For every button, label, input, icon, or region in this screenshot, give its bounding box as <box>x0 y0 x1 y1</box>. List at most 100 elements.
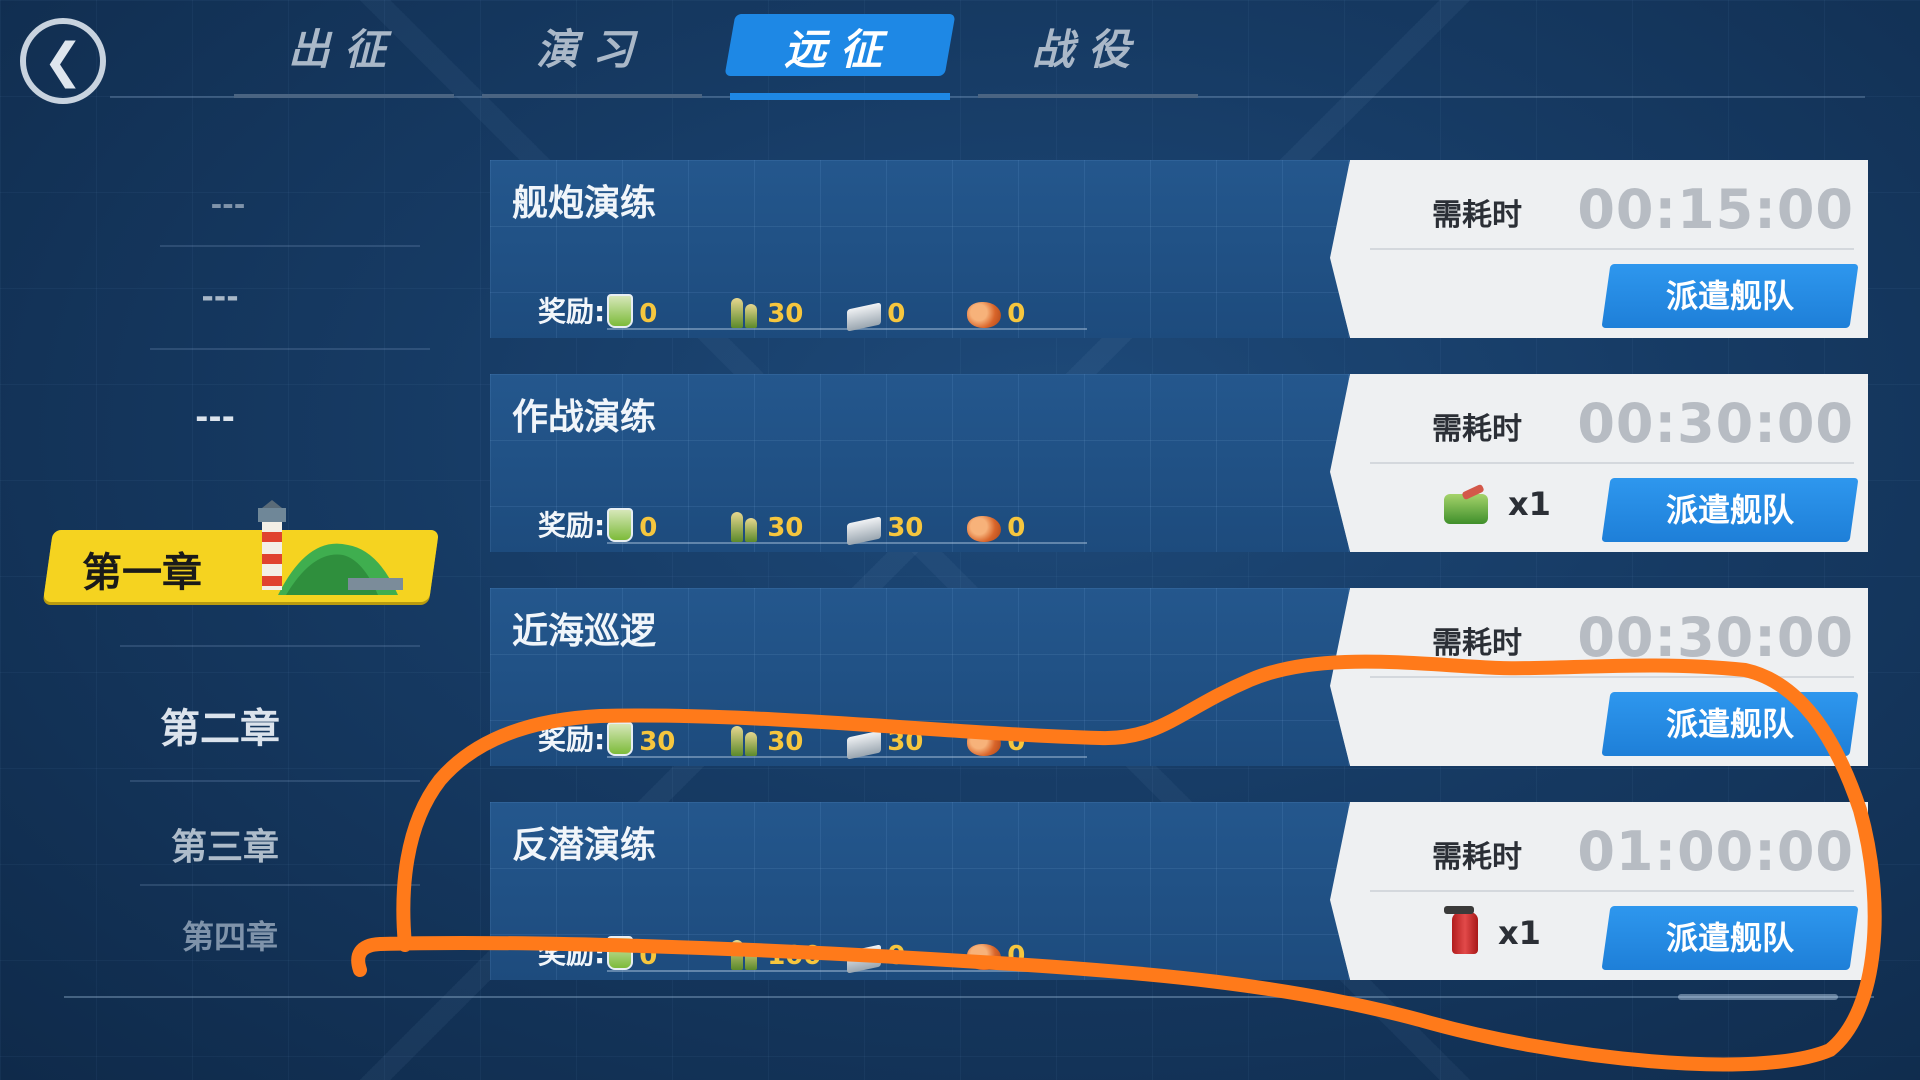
steel-icon <box>847 944 882 974</box>
rewards-label: 奖励: <box>538 509 606 542</box>
mission-info-panel: 需耗时 00:15:00 派遣舰队 <box>1350 160 1868 338</box>
reward-fuel: 0 <box>639 299 658 329</box>
mission-info-panel: 需耗时 00:30:00 派遣舰队 <box>1350 588 1868 766</box>
reward-bauxite: 0 <box>1007 727 1026 757</box>
tab-label: 远征 <box>783 25 896 74</box>
mission-info-panel: 需耗时 00:30:00 x1 派遣舰队 <box>1350 374 1868 552</box>
dispatch-label: 派遣舰队 <box>1665 277 1794 315</box>
reward-fuel: 0 <box>639 513 658 543</box>
tab-campaign[interactable]: 战役 <box>978 14 1198 98</box>
dispatch-fleet-button[interactable]: 派遣舰队 <box>1601 906 1859 970</box>
steel-icon <box>847 302 882 332</box>
tab-expedition[interactable]: 远征 <box>724 14 956 100</box>
chapter-item-2[interactable]: 第二章 <box>140 696 300 754</box>
reward-ammo: 100 <box>767 941 822 971</box>
reward-ammo: 30 <box>767 727 804 757</box>
tab-label: 演习 <box>535 25 648 74</box>
mission-name: 近海巡逻 <box>512 611 657 652</box>
rewards-label: 奖励: <box>538 723 606 756</box>
tab-underline <box>978 94 1198 98</box>
info-separator <box>1370 676 1854 678</box>
mission-name: 舰炮演练 <box>512 183 657 224</box>
rewards-row: 奖励: 0 30 30 0 <box>538 504 1088 546</box>
fire-extinguisher-icon <box>1444 906 1478 954</box>
required-item: x1 <box>1444 906 1541 954</box>
chapter-divider <box>130 780 420 782</box>
fuel-icon <box>607 722 634 756</box>
required-qty: x1 <box>1508 485 1551 523</box>
chapter-item-locked-3: --- <box>195 398 235 436</box>
tab-underline <box>234 94 454 98</box>
expedition-row: 舰炮演练 奖励: 0 30 0 0 需耗时 00:15:00 派遣舰队 <box>490 160 1868 338</box>
info-separator <box>1370 248 1854 250</box>
time-label: 需耗时 <box>1432 840 1522 875</box>
bauxite-icon <box>967 302 1002 328</box>
required-item: x1 <box>1444 484 1551 524</box>
dispatch-fleet-button[interactable]: 派遣舰队 <box>1601 692 1859 756</box>
mission-info-panel: 需耗时 01:00:00 x1 派遣舰队 <box>1350 802 1868 980</box>
time-label: 需耗时 <box>1432 412 1522 447</box>
time-label: 需耗时 <box>1432 626 1522 661</box>
dispatch-fleet-button[interactable]: 派遣舰队 <box>1601 264 1859 328</box>
ammo-icon <box>727 508 761 542</box>
reward-fuel: 30 <box>639 727 676 757</box>
reward-fuel: 0 <box>639 941 658 971</box>
scrollbar-thumb[interactable] <box>1678 994 1838 1000</box>
expedition-row: 作战演练 奖励: 0 30 30 0 需耗时 00:30:00 x1 派遣舰队 <box>490 374 1868 552</box>
time-label: 需耗时 <box>1432 198 1522 233</box>
chapter-item-locked-1: --- <box>210 188 246 221</box>
back-button[interactable]: ❮ <box>20 18 106 104</box>
chevron-left-icon: ❮ <box>42 33 84 89</box>
tab-exercise[interactable]: 演习 <box>482 14 702 98</box>
reward-steel: 0 <box>887 299 906 329</box>
reward-bauxite: 0 <box>1007 941 1026 971</box>
reward-steel: 0 <box>887 941 906 971</box>
tab-underline <box>730 93 950 100</box>
dispatch-label: 派遣舰队 <box>1665 705 1794 743</box>
steel-icon <box>847 730 882 760</box>
required-qty: x1 <box>1498 914 1541 952</box>
expedition-row: 近海巡逻 奖励: 30 30 30 0 需耗时 00:30:00 派遣舰队 <box>490 588 1868 766</box>
rewards-label: 奖励: <box>538 295 606 328</box>
duration: 00:30:00 <box>1577 606 1854 669</box>
lighthouse-icon <box>258 500 403 595</box>
info-separator <box>1370 890 1854 892</box>
reward-ammo: 30 <box>767 299 804 329</box>
info-separator <box>1370 462 1854 464</box>
dispatch-label: 派遣舰队 <box>1665 491 1794 529</box>
reward-ammo: 30 <box>767 513 804 543</box>
fuel-icon <box>607 936 634 970</box>
tab-label: 出征 <box>287 25 400 74</box>
fuel-drum-icon <box>1444 494 1488 524</box>
tab-sortie[interactable]: 出征 <box>234 14 454 98</box>
rewards-label: 奖励: <box>538 937 606 970</box>
bauxite-icon <box>967 730 1002 756</box>
chapter-active-label: 第一章 <box>82 550 202 596</box>
rewards-row: 奖励: 30 30 30 0 <box>538 718 1088 760</box>
bauxite-icon <box>967 944 1002 970</box>
dispatch-label: 派遣舰队 <box>1665 919 1794 957</box>
rewards-row: 奖励: 0 100 0 0 <box>538 932 1088 974</box>
mission-name: 作战演练 <box>512 397 657 438</box>
mission-name: 反潜演练 <box>512 825 657 866</box>
tab-label: 战役 <box>1031 25 1144 74</box>
chapter-divider <box>140 884 420 886</box>
duration: 00:15:00 <box>1577 178 1854 241</box>
reward-bauxite: 0 <box>1007 513 1026 543</box>
reward-bauxite: 0 <box>1007 299 1026 329</box>
reward-steel: 30 <box>887 513 924 543</box>
ammo-icon <box>727 294 761 328</box>
dispatch-fleet-button[interactable]: 派遣舰队 <box>1601 478 1859 542</box>
chapter-item-4[interactable]: 第四章 <box>170 912 290 958</box>
duration: 00:30:00 <box>1577 392 1854 455</box>
ammo-icon <box>727 936 761 970</box>
reward-steel: 30 <box>887 727 924 757</box>
bottom-divider <box>64 996 1874 998</box>
chapter-item-3[interactable]: 第三章 <box>155 818 295 870</box>
chapter-divider <box>120 645 420 647</box>
chapter-item-locked-2: --- <box>201 280 239 315</box>
duration: 01:00:00 <box>1577 820 1854 883</box>
expedition-row: 反潜演练 奖励: 0 100 0 0 需耗时 01:00:00 x1 派遣舰队 <box>490 802 1868 980</box>
steel-icon <box>847 516 882 546</box>
fuel-icon <box>607 508 634 542</box>
